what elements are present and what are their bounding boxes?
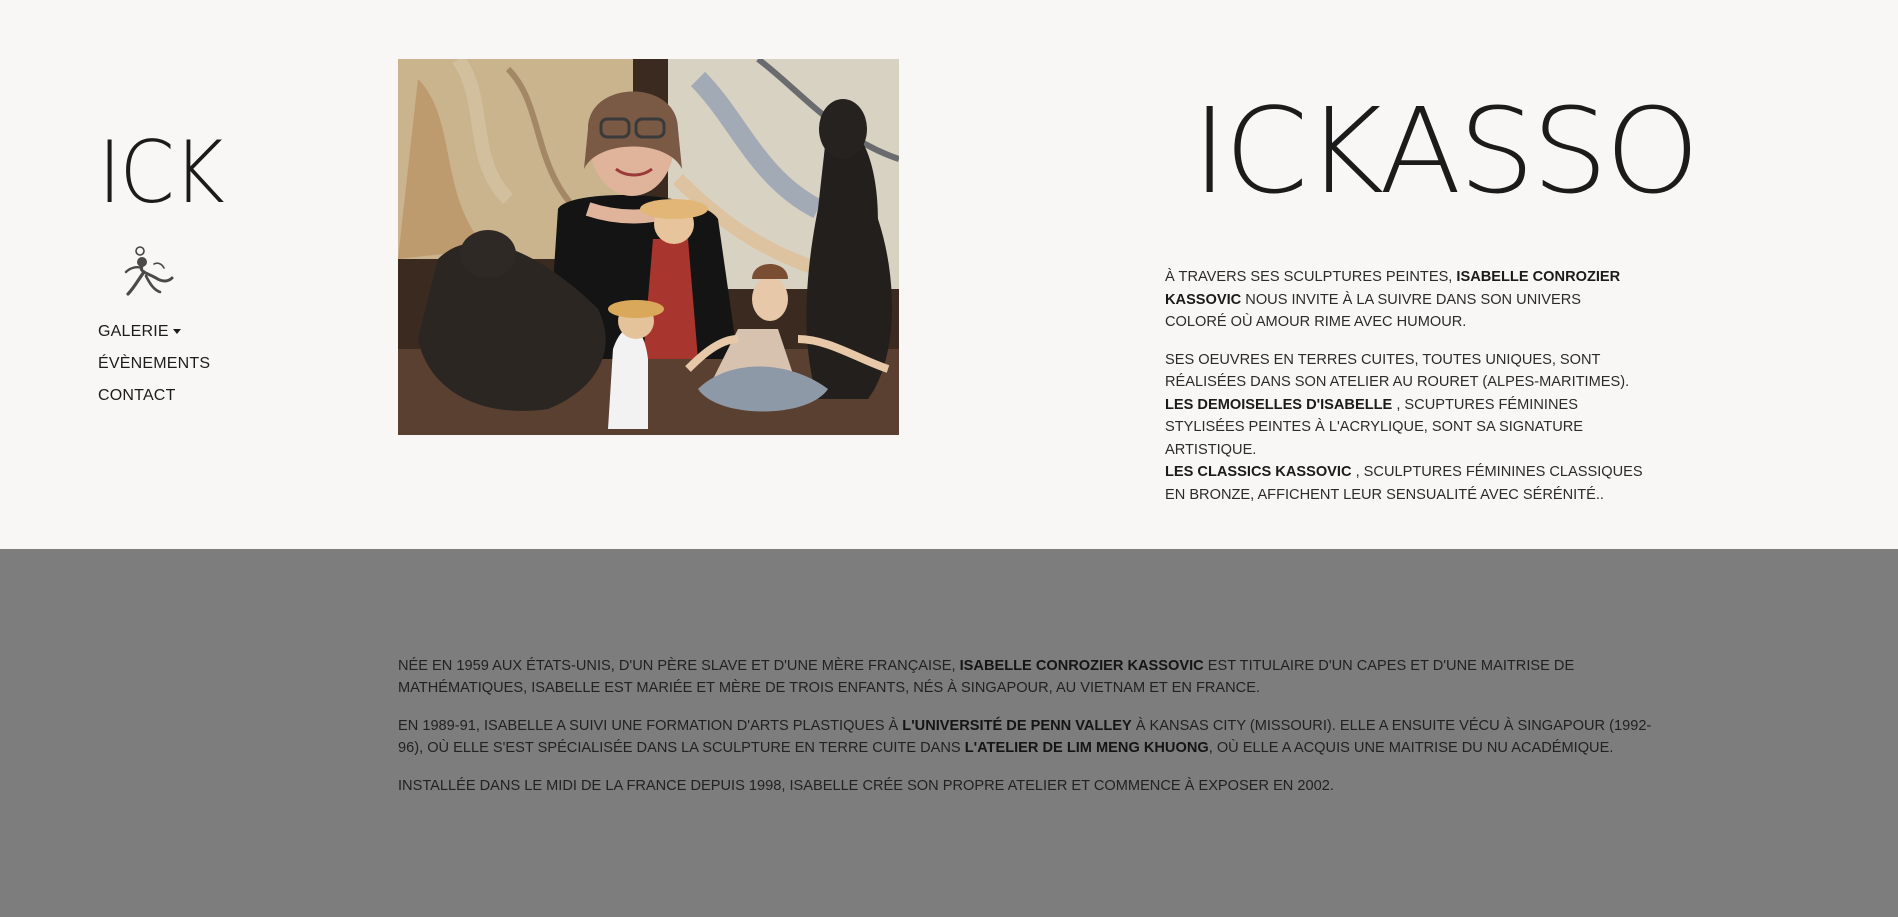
intro-paragraph: SES OEUVRES EN TERRES CUITES, TOUTES UNI… [1165,349,1645,507]
bio-paragraph: INSTALLÉE DANS LE MIDI DE LA FRANCE DEPU… [398,778,1334,794]
main-menu: GALERIE ÉVÈNEMENTS CONTACT [98,316,210,412]
bio-paragraph: EN 1989-91, ISABELLE A SUIVI UNE FORMATI… [398,715,1668,759]
chevron-down-icon [172,329,181,335]
atelier-name: L'ATELIER DE LIM MENG KHUONG [964,740,1209,756]
menu-item-contact[interactable]: CONTACT [98,380,210,412]
collection-name: LES DEMOISELLES D'ISABELLE [1165,396,1393,413]
text-span: SES OEUVRES EN TERRES CUITES, TOUTES UNI… [1165,351,1630,391]
intro-paragraph: À TRAVERS SES SCULPTURES PEINTES, ISABEL… [1165,266,1645,334]
text-span: NÉE EN 1959 AUX ÉTATS-UNIS, D'UN PÈRE SL… [398,658,960,674]
artist-name: ISABELLE CONROZIER KASSOVIC [959,658,1204,674]
site-logo-text[interactable]: ICK [98,130,225,216]
menu-item-label: CONTACT [98,387,176,404]
dancer-logo-icon[interactable] [120,244,180,308]
bio-paragraph: NÉE EN 1959 AUX ÉTATS-UNIS, D'UN PÈRE SL… [398,655,1668,699]
artist-photo [398,59,899,435]
bio-text: NÉE EN 1959 AUX ÉTATS-UNIS, D'UN PÈRE SL… [398,655,1668,813]
menu-item-label: GALERIE [98,323,169,340]
text-span: À TRAVERS SES SCULPTURES PEINTES, [1165,269,1457,285]
intro-text: À TRAVERS SES SCULPTURES PEINTES, ISABEL… [1165,266,1645,521]
menu-item-evenements[interactable]: ÉVÈNEMENTS [98,348,210,380]
menu-item-label: ÉVÈNEMENTS [98,355,211,372]
brand-title: ICKASSO [1192,82,1700,220]
text-span: EN 1989-91, ISABELLE A SUIVI UNE FORMATI… [398,718,903,734]
menu-item-galerie[interactable]: GALERIE [98,316,210,348]
text-span: , OÙ ELLE A ACQUIS UNE MAITRISE DU NU AC… [1208,740,1614,756]
school-name: L'UNIVERSITÉ DE PENN VALLEY [902,718,1132,734]
collection-name: LES CLASSICS KASSOVIC [1165,464,1352,480]
